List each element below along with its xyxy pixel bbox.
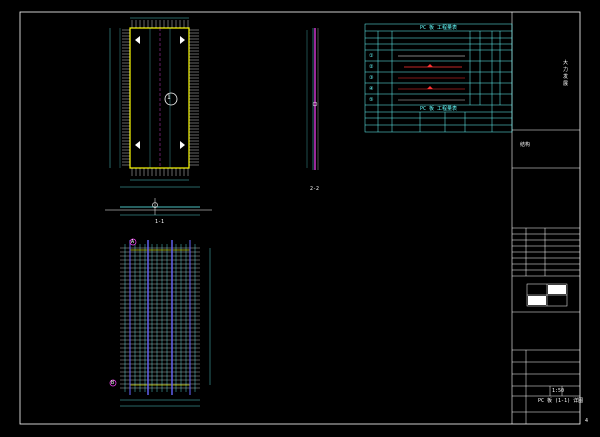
table-row-label: ③ [369,75,374,81]
title-block[interactable] [512,129,580,424]
section-1-1-label: 1-1 [155,219,165,225]
table-title: PC 板 工程量表 [420,25,458,31]
table-row-label: ⑤ [369,97,374,103]
table-row-label: ② [369,64,374,70]
page-number: 4 [585,418,589,424]
sheet-label: 结构 [520,142,531,148]
right-rebar-comb [189,29,199,166]
vertical-title: 大 力 发 展 [563,60,569,87]
bottom-ticks [131,168,189,176]
section-2-2[interactable] [306,28,319,170]
grid-mark-b: B [111,380,115,386]
section-1-1[interactable] [105,198,212,216]
lift-point [135,36,140,44]
scale-note: 1:50 [552,388,565,394]
table-row-label: ④ [369,86,374,92]
reinforcement-plan[interactable] [109,238,211,407]
plan-view-tag: 1 [167,94,171,101]
lift-point [135,141,140,149]
drawing-name: PC 板 (1-1) 详图 [538,398,584,404]
table-rebar-shapes [398,55,465,101]
outer-frame [19,11,581,425]
top-ticks [131,20,189,28]
title-block-fill [548,285,566,294]
section-2-2-label: 2-2 [310,186,320,192]
cad-drawing-sheet[interactable] [0,0,600,437]
title-block-fill [528,296,546,305]
left-rebar-comb [122,29,130,166]
lift-point [180,141,185,149]
lift-point [180,36,185,44]
table-section-title: PC 板 工程量表 [420,106,458,112]
grid-mark-a: A [131,239,135,245]
plan-view[interactable] [109,17,200,188]
table-row-label: ① [369,53,374,59]
